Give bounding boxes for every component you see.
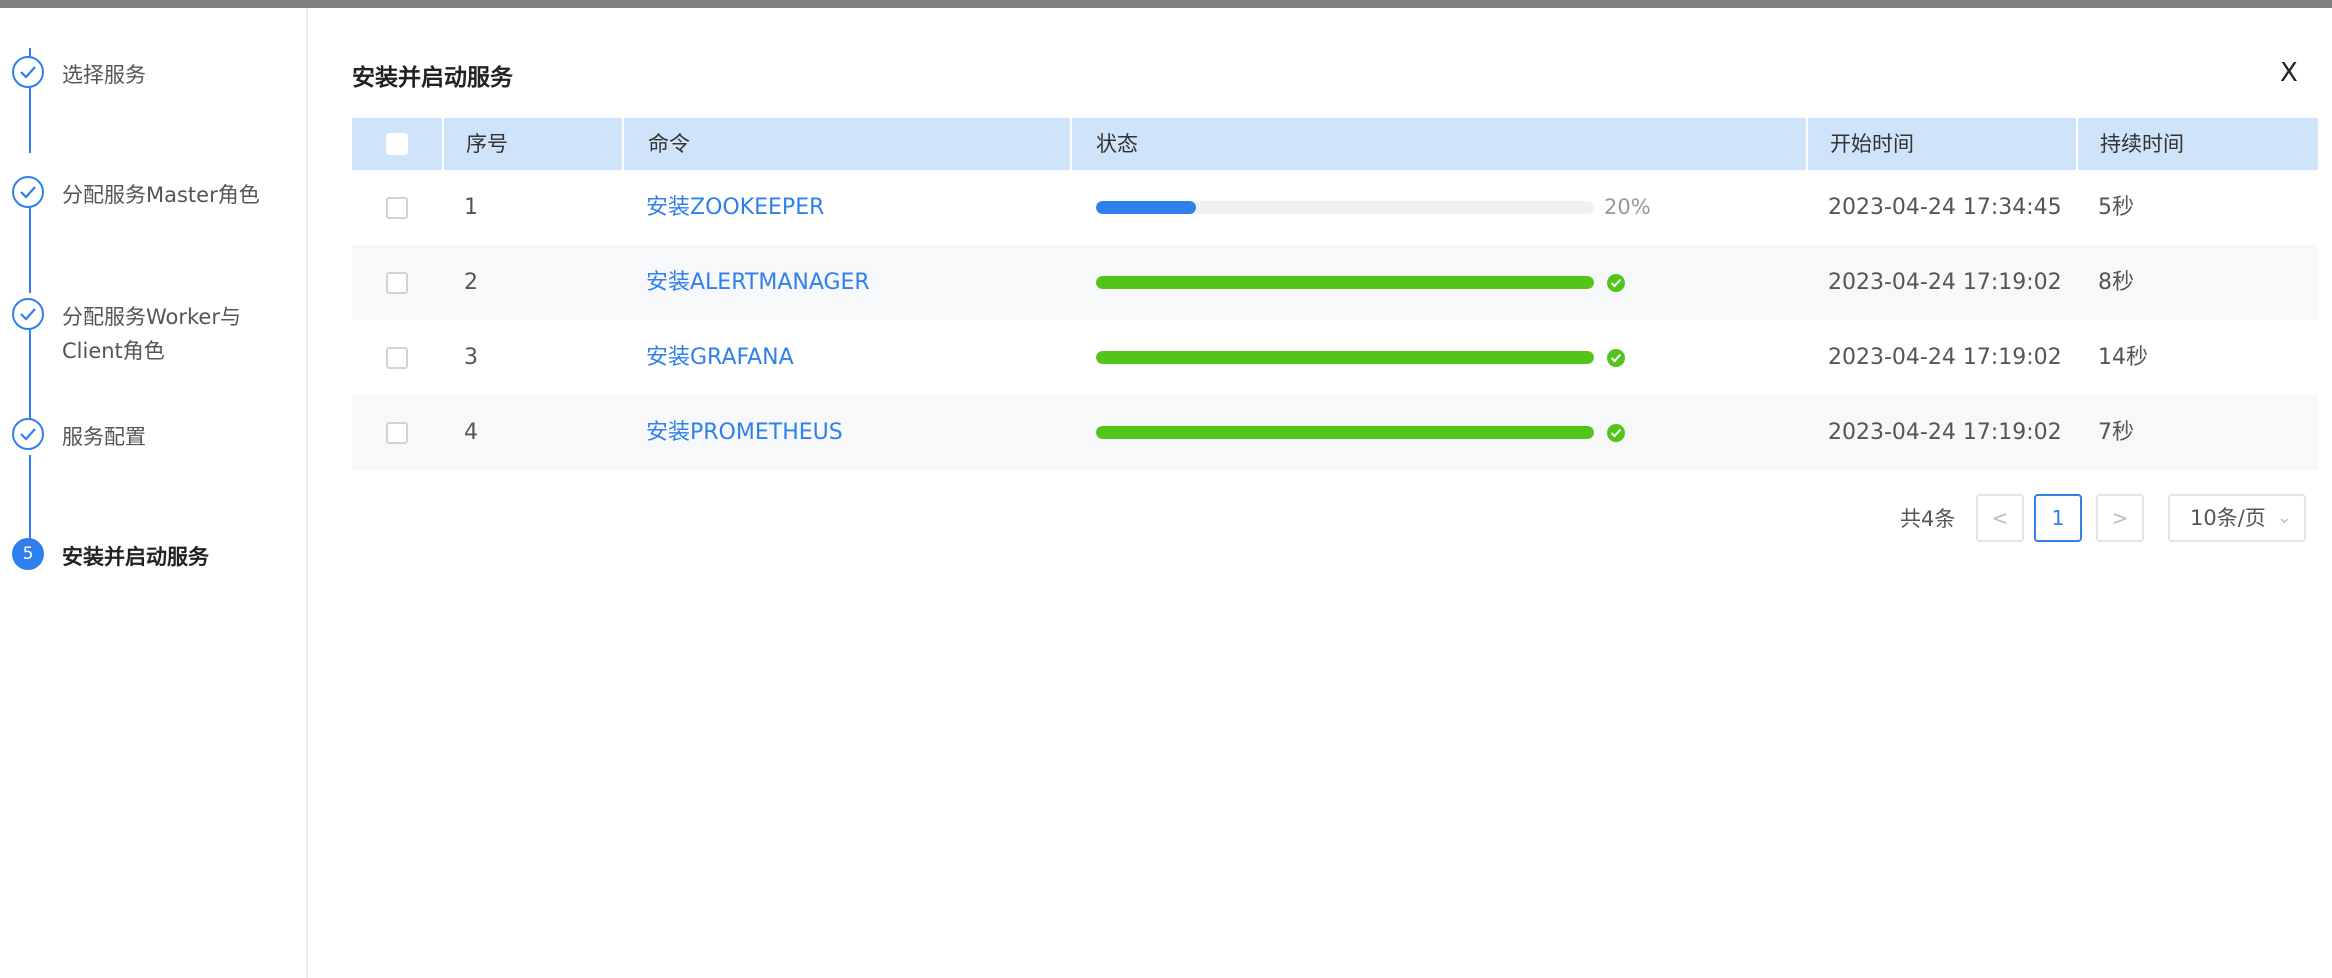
step-number-badge: 5	[12, 538, 44, 570]
page-size-value: 10条/页	[2190, 506, 2266, 530]
close-button[interactable]: X	[2280, 58, 2298, 88]
start-time: 2023-04-24 17:34:45	[1828, 195, 2062, 220]
row-index: 3	[464, 345, 478, 370]
table-row: 1 安装ZOOKEEPER 20% 2023-04-24 17:34:45 5秒	[352, 170, 2318, 245]
dialog-title: 安装并启动服务	[352, 65, 513, 91]
row-index: 2	[464, 270, 478, 295]
success-check-icon	[1607, 274, 1625, 292]
check-icon	[12, 56, 44, 88]
command-link[interactable]: 安装GRAFANA	[646, 320, 794, 395]
progress-bar	[1096, 426, 1594, 439]
prev-page-button[interactable]: <	[1976, 494, 2024, 542]
row-index: 4	[464, 420, 478, 445]
row-checkbox[interactable]	[386, 197, 408, 219]
row-checkbox[interactable]	[386, 422, 408, 444]
progress-percent: 20%	[1604, 195, 1651, 219]
step-label: 分配服务Master角色	[62, 183, 260, 207]
table-row: 4 安装PROMETHEUS 2023-04-24 17:19:02 7秒	[352, 395, 2318, 470]
duration: 8秒	[2098, 270, 2134, 295]
select-all-cell	[352, 118, 442, 170]
row-checkbox[interactable]	[386, 272, 408, 294]
step-label: 安装并启动服务	[62, 545, 209, 569]
progress-bar	[1096, 276, 1594, 289]
column-header-status: 状态	[1070, 118, 1806, 170]
check-icon	[12, 418, 44, 450]
install-table: 序号 命令 状态 开始时间 持续时间 1 安装ZOOKEEPER 20% 2023-0…	[352, 118, 2318, 470]
command-link[interactable]: 安装PROMETHEUS	[646, 395, 843, 470]
column-header-command: 命令	[622, 118, 1070, 170]
column-header-duration: 持续时间	[2076, 118, 2318, 170]
progress-fill	[1096, 351, 1594, 364]
column-header-start-time: 开始时间	[1806, 118, 2076, 170]
start-time: 2023-04-24 17:19:02	[1828, 345, 2062, 370]
step-label: 选择服务	[62, 63, 146, 87]
progress-bar	[1096, 351, 1594, 364]
select-all-checkbox[interactable]	[386, 133, 408, 155]
page-button-current[interactable]: 1	[2034, 494, 2082, 542]
table-header: 序号 命令 状态 开始时间 持续时间	[352, 118, 2318, 170]
chevron-down-icon: ⌄	[2276, 507, 2292, 528]
total-count: 共4条	[1900, 507, 1956, 531]
table-body: 1 安装ZOOKEEPER 20% 2023-04-24 17:34:45 5秒 2 安装A…	[352, 170, 2318, 470]
start-time: 2023-04-24 17:19:02	[1828, 270, 2062, 295]
check-icon	[12, 176, 44, 208]
success-check-icon	[1607, 424, 1625, 442]
next-page-button[interactable]: >	[2096, 494, 2144, 542]
table-row: 3 安装GRAFANA 2023-04-24 17:19:02 14秒	[352, 320, 2318, 395]
row-index: 1	[464, 195, 478, 220]
command-link[interactable]: 安装ALERTMANAGER	[646, 245, 870, 320]
row-checkbox[interactable]	[386, 347, 408, 369]
success-check-icon	[1607, 349, 1625, 367]
progress-fill	[1096, 201, 1196, 214]
step-label: 分配服务Worker与Client角色	[62, 305, 241, 363]
duration: 7秒	[2098, 420, 2134, 445]
page-size-select[interactable]: 10条/页 ⌄	[2168, 494, 2306, 542]
progress-bar	[1096, 201, 1594, 214]
duration: 5秒	[2098, 195, 2134, 220]
column-header-index: 序号	[442, 118, 622, 170]
check-icon	[12, 298, 44, 330]
steps-sidebar: 选择服务 分配服务Master角色 分配服务Worker与Client角色 服务…	[0, 8, 308, 978]
duration: 14秒	[2098, 345, 2148, 370]
step-connector	[29, 455, 31, 540]
table-row: 2 安装ALERTMANAGER 2023-04-24 17:19:02 8秒	[352, 245, 2318, 320]
top-bar	[0, 0, 2332, 8]
command-link[interactable]: 安装ZOOKEEPER	[646, 170, 824, 245]
progress-fill	[1096, 426, 1594, 439]
step-label: 服务配置	[62, 425, 146, 449]
start-time: 2023-04-24 17:19:02	[1828, 420, 2062, 445]
progress-fill	[1096, 276, 1594, 289]
